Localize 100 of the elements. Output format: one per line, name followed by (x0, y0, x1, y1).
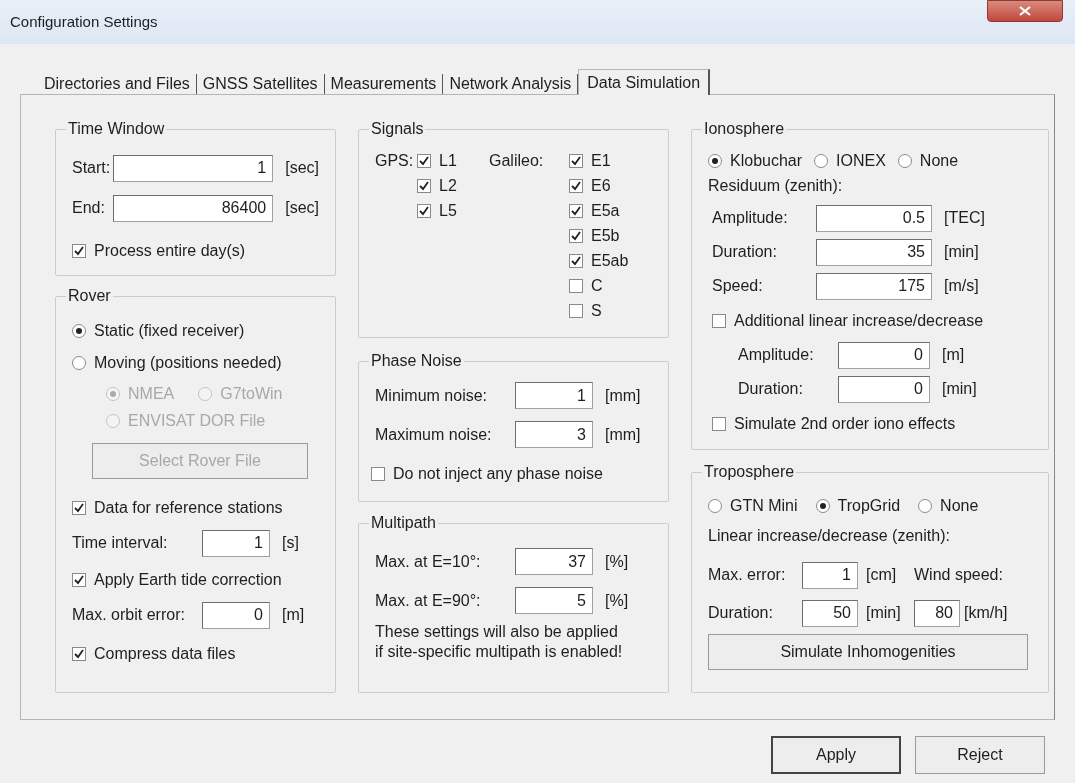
field-label: Duration: (712, 242, 778, 262)
checkbox[interactable] (417, 178, 431, 193)
input-field[interactable]: 5 (515, 587, 593, 614)
input-field[interactable]: 1 (515, 382, 593, 409)
radio-label: GTN Mini (730, 496, 798, 516)
checkbox[interactable] (72, 647, 86, 661)
input-field[interactable]: 0 (838, 375, 930, 403)
radio-label: IONEX (836, 151, 886, 171)
checkbox[interactable] (569, 228, 583, 243)
radio-label: G7toWin (220, 384, 283, 404)
input-field[interactable]: 50 (802, 599, 858, 627)
button[interactable]: Reject (915, 736, 1045, 774)
radio-button[interactable] (708, 499, 722, 513)
input-field[interactable]: 37 (515, 548, 593, 575)
checkmark-icon (419, 155, 429, 166)
radio-button[interactable] (708, 154, 722, 168)
checkbox[interactable] (72, 244, 86, 258)
checkbox[interactable] (569, 203, 583, 218)
radio-label: Klobuchar (730, 151, 803, 171)
checkbox-label: E5a (591, 200, 620, 221)
unit-label: [sec] (285, 158, 319, 178)
checkbox-label: Do not inject any phase noise (393, 464, 603, 484)
unit-label: [m/s] (944, 276, 979, 296)
unit-label: [min] (944, 242, 979, 262)
checkmark-icon (74, 649, 84, 659)
radio-label: None (940, 496, 979, 516)
field-label: Max. error: (708, 565, 787, 585)
checkbox[interactable] (569, 303, 583, 318)
field-label: Speed: (712, 276, 764, 296)
checkbox[interactable] (569, 278, 583, 293)
checkbox[interactable] (72, 573, 86, 587)
wind-speed-label: Wind speed: (914, 565, 1003, 585)
checkmark-icon (419, 180, 429, 191)
checkbox-label: Apply Earth tide correction (94, 570, 282, 590)
unit-label: [mm] (605, 424, 641, 445)
radio-button[interactable] (72, 356, 86, 370)
unit-label: [min] (942, 379, 977, 399)
tab[interactable]: GNSS Satellites (196, 74, 325, 94)
tab[interactable]: Measurements (324, 74, 444, 94)
group-title: Rover (67, 287, 112, 305)
input-field[interactable]: 0 (202, 601, 270, 629)
unit-label: [m] (942, 345, 965, 365)
input-field[interactable]: 0.5 (816, 204, 932, 232)
checkmark-icon (571, 180, 581, 191)
checkmark-icon (571, 205, 581, 216)
field-label: End: (72, 198, 106, 218)
checkbox[interactable] (569, 178, 583, 193)
close-button[interactable] (987, 0, 1063, 22)
input-field[interactable]: 1 (802, 561, 858, 589)
checkbox-label: Compress data files (94, 644, 236, 664)
input-field[interactable]: 1 (113, 154, 274, 182)
multipath-note: These settings will also be applied if site-specific multipath is enabled! (375, 622, 624, 662)
radio-button[interactable] (815, 499, 830, 513)
unit-label: [km/h] (964, 603, 1008, 623)
unit-label: [min] (866, 603, 902, 623)
radio-label: ENVISAT DOR File (128, 411, 266, 431)
checkbox-label: Simulate 2nd order iono effects (734, 414, 956, 434)
checkbox[interactable] (569, 253, 583, 268)
checkbox[interactable] (712, 314, 726, 328)
input-field[interactable]: 0 (838, 341, 930, 369)
unit-label: [%] (605, 551, 629, 572)
group-title: Multipath (370, 514, 437, 532)
unit-label: [mm] (605, 385, 641, 406)
tab[interactable]: Data Simulation (578, 69, 711, 95)
checkbox[interactable] (417, 153, 431, 168)
radio-label: Moving (positions needed) (94, 353, 282, 373)
input-field[interactable]: 86400 (113, 194, 274, 222)
field-label: Duration: (708, 603, 774, 623)
unit-label: [%] (605, 590, 629, 611)
input-field[interactable]: 80 (914, 599, 960, 627)
radio-button[interactable] (814, 154, 829, 168)
group-title: Time Window (67, 120, 166, 138)
input-field[interactable]: 1 (202, 529, 270, 557)
input-field[interactable]: 3 (515, 421, 593, 448)
radio-button[interactable] (918, 499, 933, 513)
radio-button[interactable] (72, 324, 86, 338)
checkbox[interactable] (371, 467, 385, 481)
checkbox-label: C (591, 275, 603, 296)
checkbox[interactable] (569, 153, 583, 168)
button[interactable]: Apply (771, 736, 901, 774)
checkbox[interactable] (712, 417, 726, 431)
radio-button[interactable] (897, 154, 912, 168)
window-title: Configuration Settings (10, 12, 158, 32)
checkmark-icon (74, 503, 84, 513)
checkmark-icon (74, 575, 84, 585)
gps-label: GPS: (375, 151, 415, 171)
button[interactable]: Simulate Inhomogenities (708, 634, 1028, 670)
field-label: Time interval: (72, 533, 169, 553)
radio-label: None (919, 151, 959, 171)
checkbox-label: Data for reference stations (94, 498, 283, 518)
linear-label: Linear increase/decrease (zenith): (708, 526, 951, 546)
input-field[interactable]: 35 (816, 238, 932, 266)
close-icon (1019, 6, 1031, 16)
checkbox[interactable] (417, 203, 431, 218)
checkbox-label: E5ab (591, 250, 629, 271)
group-title: Phase Noise (370, 352, 463, 370)
checkbox[interactable] (72, 501, 86, 515)
field-label: Max. at E=10°: (375, 551, 482, 572)
input-field[interactable]: 175 (816, 272, 932, 300)
tab[interactable]: Directories and Files (38, 74, 197, 94)
